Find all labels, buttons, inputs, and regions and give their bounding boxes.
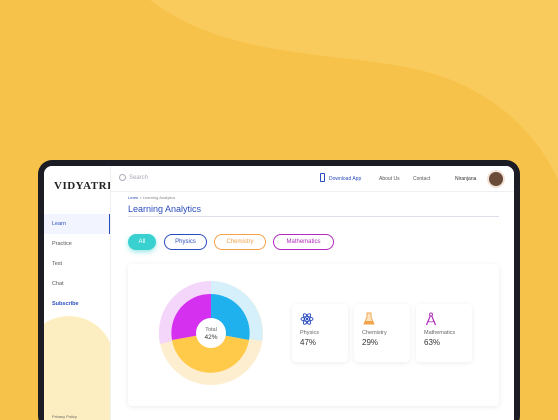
contact-link[interactable]: Contact [413, 176, 430, 182]
sidebar-item-practice[interactable]: Practice [44, 234, 110, 254]
atom-icon [300, 313, 314, 325]
analytics-card: Total 42% Physics 47% Chemistry 29% Math… [128, 264, 499, 406]
app-screen: VIDYATRI Learn Practice Test Chat Subscr… [44, 166, 514, 420]
privacy-policy-link[interactable]: Privacy Policy [52, 414, 77, 419]
subject-card-physics[interactable]: Physics 47% [292, 304, 348, 362]
page-title: Learning Analytics [128, 204, 202, 214]
subject-card-chemistry[interactable]: Chemistry 29% [354, 304, 410, 362]
subject-percent: 29% [362, 338, 379, 347]
search-placeholder: Search [129, 175, 149, 182]
sidebar: VIDYATRI Learn Practice Test Chat Subscr… [44, 166, 111, 420]
sidebar-item-test[interactable]: Test [44, 254, 110, 274]
total-label: Total [205, 327, 217, 333]
avatar[interactable] [487, 170, 505, 188]
sidebar-illustration [44, 316, 110, 420]
subject-card-mathematics[interactable]: Mathematics 63% [416, 304, 472, 362]
search-input[interactable]: Search [119, 174, 148, 181]
subject-name: Physics [300, 330, 319, 336]
subject-percent: 63% [424, 338, 441, 347]
filter-physics[interactable]: Physics [164, 234, 207, 250]
total-value: 42% [204, 334, 217, 341]
sidebar-nav: Learn Practice Test Chat Subscribe [44, 214, 110, 314]
brand-logo[interactable]: VIDYATRI [54, 180, 110, 192]
user-name[interactable]: Niranjana [455, 176, 476, 182]
filter-chemistry[interactable]: Chemistry [214, 234, 266, 250]
breadcrumb-root[interactable]: Learn [128, 195, 138, 200]
flask-icon [363, 312, 375, 325]
about-us-link[interactable]: About Us [379, 176, 400, 182]
subject-percent: 47% [300, 338, 317, 347]
subject-name: Mathematics [424, 330, 456, 336]
compass-icon [425, 312, 437, 326]
phone-icon [320, 173, 325, 182]
donut-center [196, 318, 226, 348]
sidebar-item-learn[interactable]: Learn [44, 214, 110, 234]
sidebar-item-chat[interactable]: Chat [44, 274, 110, 294]
search-icon [119, 174, 126, 181]
top-bar: Search Download App About Us Contact Nir… [111, 166, 514, 192]
download-app-link[interactable]: Download App [329, 176, 361, 182]
title-divider [128, 216, 499, 217]
breadcrumb-current: Learning Analytics [142, 195, 176, 200]
breadcrumb-separator: > [139, 195, 142, 200]
filter-all[interactable]: All [128, 234, 156, 250]
sidebar-item-subscribe[interactable]: Subscribe [44, 294, 110, 314]
progress-donut-chart: Total 42% [158, 280, 263, 385]
subject-name: Chemistry [362, 330, 387, 336]
filter-mathematics[interactable]: Mathematics [273, 234, 334, 250]
breadcrumb: Learn > Learning Analytics [128, 195, 175, 200]
